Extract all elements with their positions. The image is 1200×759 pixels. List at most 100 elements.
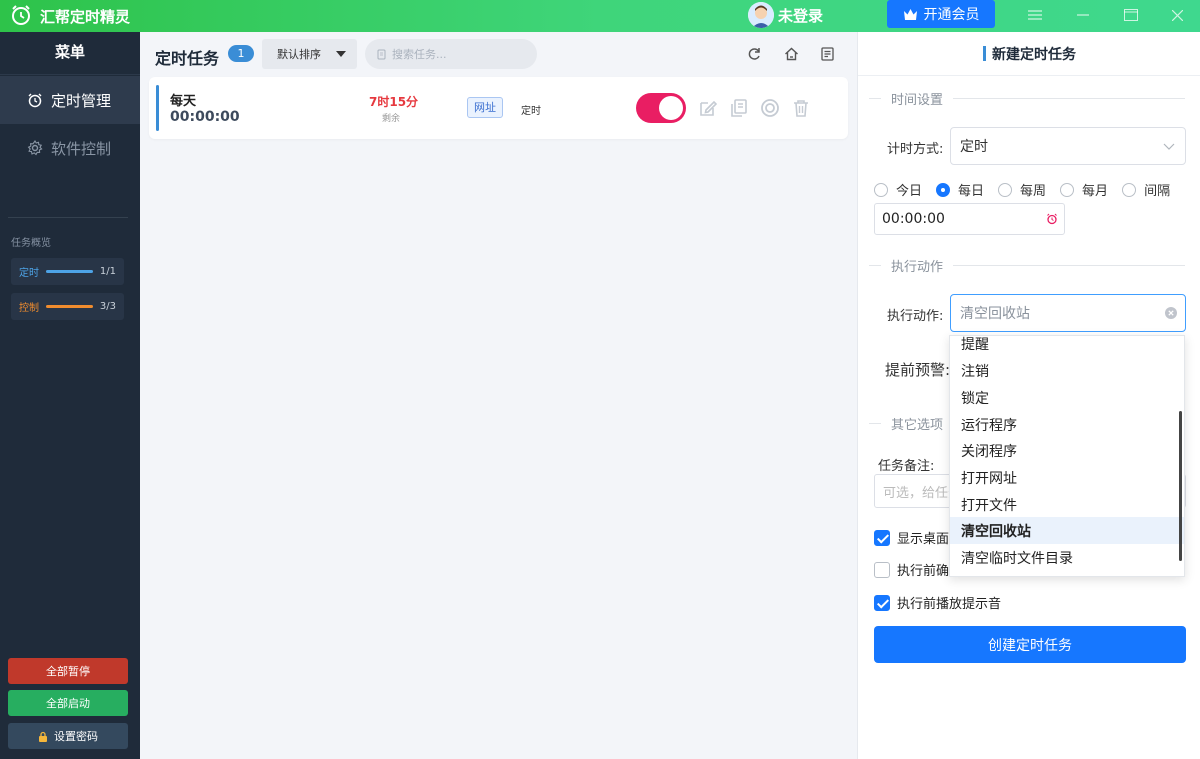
overview-control-count: 3/3: [99, 301, 116, 312]
sidebar-divider: [8, 217, 128, 218]
radio-weekly[interactable]: [998, 182, 1013, 197]
sort-dropdown[interactable]: 默认排序: [262, 39, 357, 69]
radio-monthly[interactable]: [1060, 182, 1075, 197]
dropdown-option-lock[interactable]: 锁定: [950, 384, 1184, 411]
user-login[interactable]: 未登录: [748, 2, 823, 28]
maximize-icon[interactable]: [1108, 0, 1154, 30]
timing-method-label: 计时方式:: [887, 142, 944, 157]
task-frequency: 每天: [170, 94, 197, 109]
task-remaining: 7时15分: [369, 95, 419, 109]
search-icon: [377, 49, 386, 59]
toggle-knob: [659, 96, 683, 120]
crown-icon: [903, 8, 917, 20]
radio-monthly-label[interactable]: 每月: [1082, 180, 1108, 199]
overview-timer-row: 定时 1/1: [11, 258, 124, 285]
task-accent-bar: [156, 85, 159, 131]
radio-interval[interactable]: [1122, 182, 1137, 197]
clear-icon[interactable]: [1165, 307, 1177, 319]
show-desktop-checkbox[interactable]: [874, 529, 890, 546]
dropdown-option-clear-temp[interactable]: 清空临时文件目录: [950, 544, 1184, 571]
search-input[interactable]: [392, 47, 522, 61]
task-remaining-label: 剩余: [382, 114, 401, 124]
timing-method-select[interactable]: 定时: [950, 127, 1186, 165]
play-sound-label[interactable]: 执行前播放提示音: [897, 593, 1001, 612]
delete-icon[interactable]: [791, 98, 811, 118]
play-sound-option[interactable]: 执行前播放提示音: [874, 593, 1001, 612]
task-tag: 网址: [467, 97, 503, 118]
pause-all-button[interactable]: 全部暂停: [8, 658, 128, 684]
confirm-before-run-label[interactable]: 执行前确: [897, 560, 949, 579]
copy-icon[interactable]: [729, 98, 749, 118]
radio-daily[interactable]: [936, 182, 951, 197]
radio-daily-label[interactable]: 每日: [958, 180, 984, 199]
dropdown-option-open-url[interactable]: 打开网址: [950, 464, 1184, 491]
action-section-label: 执行动作: [891, 259, 944, 275]
overview-control-bar: [46, 305, 93, 308]
confirm-before-run-checkbox[interactable]: [874, 561, 890, 578]
menu-icon[interactable]: [1012, 0, 1058, 30]
radio-interval-label[interactable]: 间隔: [1144, 180, 1170, 199]
set-password-label: 设置密码: [54, 730, 98, 743]
radio-today[interactable]: [874, 182, 888, 197]
dropdown-scrollbar[interactable]: [1179, 411, 1182, 561]
dropdown-option-close-program[interactable]: 关闭程序: [950, 437, 1184, 464]
note-label: 任务备注:: [878, 459, 935, 474]
task-count-badge: 1: [228, 45, 254, 62]
avatar: [748, 2, 774, 28]
radio-today-label[interactable]: 今日: [896, 180, 922, 199]
task-enable-toggle[interactable]: [636, 93, 686, 123]
show-desktop-option[interactable]: 显示桌面: [874, 528, 949, 547]
gear-icon: [27, 140, 43, 156]
overview-control-label: 控制: [19, 303, 39, 314]
dropdown-option-open-file[interactable]: 打开文件: [950, 491, 1184, 518]
app-title: 汇帮定时精灵: [40, 8, 131, 26]
dropdown-option-empty-recycle-bin[interactable]: 清空回收站: [950, 517, 1184, 544]
sidebar: 菜单 定时管理 软件控制 任务概览 定时 1/1 控制 3/3 全部暂停 全部启…: [0, 32, 140, 759]
alarm-clock-icon: [28, 93, 42, 108]
play-sound-checkbox[interactable]: [874, 594, 890, 611]
other-section-label: 其它选项: [891, 417, 944, 433]
start-all-button[interactable]: 全部启动: [8, 690, 128, 716]
dropdown-option-logout[interactable]: 注销: [950, 357, 1184, 384]
time-section-header: 时间设置: [869, 88, 1185, 108]
overview-label: 任务概览: [11, 238, 51, 249]
dropdown-option-run-program[interactable]: 运行程序: [950, 411, 1184, 438]
main-area: 定时任务 1 默认排序 每天 00:00:00 7时15分 剩余 网址 定时: [140, 32, 857, 759]
overview-control-row: 控制 3/3: [11, 293, 124, 320]
run-once-icon[interactable]: [760, 98, 780, 118]
task-card[interactable]: 每天 00:00:00 7时15分 剩余 网址 定时: [149, 77, 848, 139]
action-section-header: 执行动作: [869, 255, 1185, 275]
time-input[interactable]: 00:00:00: [874, 203, 1065, 235]
list-icon[interactable]: [817, 44, 837, 64]
panel-header: 新建定时任务: [858, 32, 1200, 76]
time-input-value[interactable]: 00:00:00: [882, 211, 945, 227]
sidebar-item-timer-management[interactable]: 定时管理: [0, 76, 140, 124]
alarm-clock-icon[interactable]: [1046, 213, 1058, 225]
set-password-button[interactable]: 设置密码: [8, 723, 128, 749]
create-task-button[interactable]: 创建定时任务: [874, 626, 1186, 663]
page-title: 定时任务: [155, 49, 220, 68]
action-select[interactable]: 清空回收站: [950, 294, 1186, 332]
menu-title: 菜单: [0, 32, 140, 75]
radio-weekly-label[interactable]: 每周: [1020, 180, 1046, 199]
caret-down-icon: [336, 51, 346, 57]
panel-title-accent: [983, 46, 986, 61]
confirm-before-run-option[interactable]: 执行前确: [874, 560, 949, 579]
edit-icon[interactable]: [698, 98, 718, 118]
show-desktop-label[interactable]: 显示桌面: [897, 528, 949, 547]
pre-warning-label: 提前预警:: [885, 361, 951, 379]
sidebar-item-label: 定时管理: [51, 91, 112, 110]
chevron-down-icon: [1163, 143, 1175, 150]
vip-button[interactable]: 开通会员: [887, 0, 995, 28]
sidebar-item-software-control[interactable]: 软件控制: [0, 124, 140, 172]
login-status[interactable]: 未登录: [778, 5, 823, 26]
refresh-icon[interactable]: [744, 44, 764, 64]
close-icon[interactable]: [1154, 0, 1200, 30]
action-label: 执行动作:: [887, 309, 944, 324]
lock-icon: [39, 731, 47, 742]
home-icon[interactable]: [781, 44, 801, 64]
search-box[interactable]: [365, 39, 537, 69]
alarm-clock-logo-icon: [12, 5, 30, 25]
minimize-icon[interactable]: [1060, 0, 1106, 30]
dropdown-option-remind[interactable]: 提醒: [950, 336, 1184, 357]
